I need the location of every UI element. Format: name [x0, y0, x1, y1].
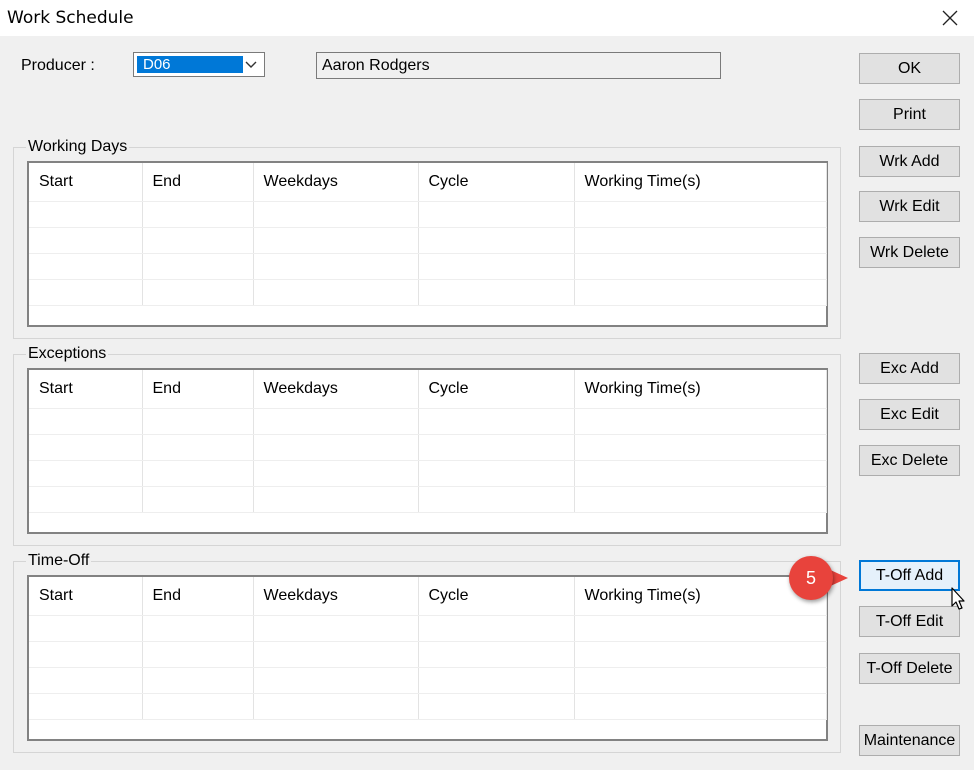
time-off-title: Time-Off — [26, 552, 92, 570]
mouse-cursor-icon — [951, 587, 969, 618]
exc-edit-button[interactable]: Exc Edit — [859, 399, 960, 430]
wrk-add-button[interactable]: Wrk Add — [859, 146, 960, 177]
window-title: Work Schedule — [7, 8, 134, 28]
working-days-title: Working Days — [26, 138, 130, 156]
table-row — [29, 615, 827, 642]
wrk-delete-button[interactable]: Wrk Delete — [859, 237, 960, 268]
toff-add-button[interactable]: T-Off Add — [859, 560, 960, 591]
column-header-cycle[interactable]: Cycle — [418, 370, 575, 409]
column-header-cycle[interactable]: Cycle — [418, 577, 575, 616]
column-header-weekdays[interactable]: Weekdays — [253, 163, 419, 202]
column-header-cycle[interactable]: Cycle — [418, 163, 575, 202]
table-row — [29, 667, 827, 694]
table-row — [29, 641, 827, 668]
column-header-weekdays[interactable]: Weekdays — [253, 370, 419, 409]
column-header-working-times[interactable]: Working Time(s) — [574, 370, 827, 409]
time-off-list[interactable]: Start End Weekdays Cycle Working Time(s) — [27, 575, 828, 741]
column-header-start[interactable]: Start — [29, 163, 143, 202]
table-row — [29, 279, 827, 306]
close-icon[interactable] — [928, 0, 972, 36]
column-header-end[interactable]: End — [142, 163, 254, 202]
column-header-weekdays[interactable]: Weekdays — [253, 577, 419, 616]
exc-add-button[interactable]: Exc Add — [859, 353, 960, 384]
table-row — [29, 693, 827, 720]
producer-name-field: Aaron Rodgers — [316, 52, 721, 79]
column-header-start[interactable]: Start — [29, 577, 143, 616]
producer-selected-value: D06 — [137, 56, 243, 73]
print-button[interactable]: Print — [859, 99, 960, 130]
toff-edit-button[interactable]: T-Off Edit — [859, 606, 960, 637]
toff-delete-button[interactable]: T-Off Delete — [859, 653, 960, 684]
table-row — [29, 434, 827, 461]
exceptions-list[interactable]: Start End Weekdays Cycle Working Time(s) — [27, 368, 828, 534]
column-header-end[interactable]: End — [142, 577, 254, 616]
table-row — [29, 227, 827, 254]
producer-label: Producer : — [21, 57, 95, 74]
table-row — [29, 201, 827, 228]
table-row — [29, 460, 827, 487]
title-bar: Work Schedule — [0, 0, 974, 36]
maintenance-button[interactable]: Maintenance — [859, 725, 960, 756]
column-header-start[interactable]: Start — [29, 370, 143, 409]
column-header-end[interactable]: End — [142, 370, 254, 409]
producer-dropdown[interactable]: D06 — [133, 52, 265, 77]
working-days-list[interactable]: Start End Weekdays Cycle Working Time(s) — [27, 161, 828, 327]
column-header-working-times[interactable]: Working Time(s) — [574, 577, 827, 616]
chevron-down-icon[interactable] — [238, 53, 264, 76]
exc-delete-button[interactable]: Exc Delete — [859, 445, 960, 476]
exceptions-title: Exceptions — [26, 345, 109, 363]
step-callout-badge: 5 — [789, 556, 833, 600]
wrk-edit-button[interactable]: Wrk Edit — [859, 191, 960, 222]
table-row — [29, 253, 827, 280]
column-header-working-times[interactable]: Working Time(s) — [574, 163, 827, 202]
ok-button[interactable]: OK — [859, 53, 960, 84]
table-row — [29, 408, 827, 435]
table-row — [29, 486, 827, 513]
